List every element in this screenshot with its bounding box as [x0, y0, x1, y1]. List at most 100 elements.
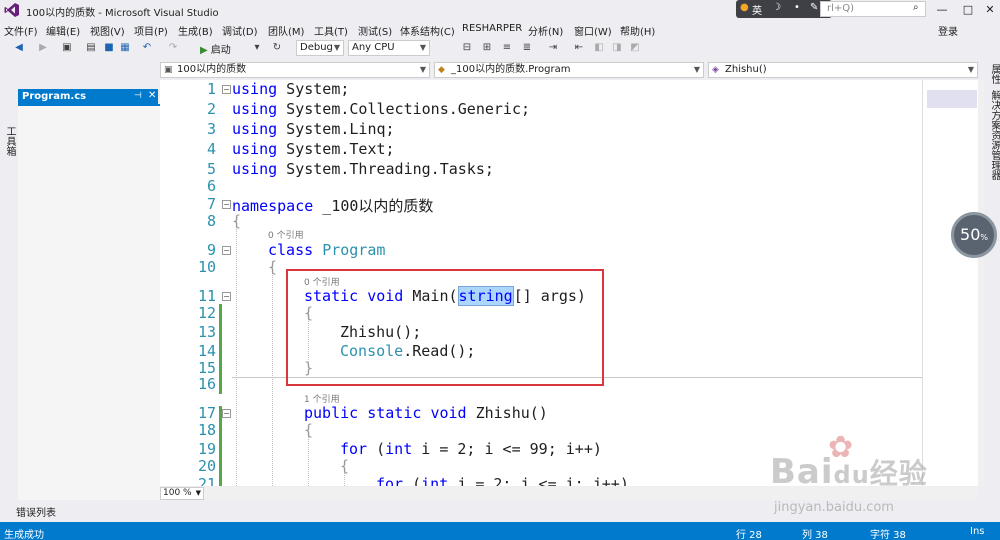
outdent-icon[interactable]: ⇤	[572, 41, 586, 55]
code-minimap[interactable]	[922, 80, 978, 486]
indent-icon[interactable]: ⇥	[546, 41, 560, 55]
menu-view[interactable]: 视图(V)	[90, 23, 125, 38]
search-icon[interactable]: ⌕	[913, 2, 919, 13]
document-tab-program-cs[interactable]: Program.cs ⊣ ✕	[18, 89, 158, 105]
code-text: System.Collections.Generic;	[277, 100, 531, 118]
method-icon: ◈	[712, 65, 719, 75]
configuration-select[interactable]: Debug ▼	[296, 40, 344, 56]
open-file-icon[interactable]: ▤	[84, 41, 98, 55]
bookmark-icon[interactable]: ⊟	[460, 41, 474, 55]
refresh-icon[interactable]: ↻	[270, 41, 284, 55]
forward-icon[interactable]: ▶	[36, 41, 50, 55]
menu-project[interactable]: 项目(P)	[134, 23, 168, 38]
back-icon[interactable]: ◀	[12, 41, 26, 55]
keyword: using	[232, 120, 278, 138]
member-select[interactable]: ◈ Zhishu() ▼	[708, 62, 978, 78]
menu-file[interactable]: 文件(F)	[4, 23, 38, 38]
collapse-icon[interactable]: −	[222, 85, 231, 94]
maximize-button[interactable]: □	[958, 2, 978, 18]
menu-architecture[interactable]: 体系结构(C)	[400, 23, 455, 38]
wrench-icon[interactable]: ✎	[810, 2, 818, 13]
line-number: 8	[206, 212, 216, 230]
line-number: 5	[206, 160, 216, 178]
reference-count[interactable]: 0 个引用	[268, 228, 304, 241]
project-value: 100以内的质数	[177, 64, 247, 75]
toolbox-tab[interactable]: 工具箱	[2, 126, 17, 156]
bookmark-clear-icon[interactable]: ◩	[628, 41, 642, 55]
new-project-icon[interactable]: ▣	[60, 41, 74, 55]
class-select[interactable]: ◆ _100以内的质数.Program ▼	[434, 62, 704, 78]
code-text: System.Text;	[277, 140, 395, 158]
uncomment-icon[interactable]: ≣	[520, 41, 534, 55]
collapse-icon[interactable]: −	[222, 292, 231, 301]
pin-icon[interactable]: ⊣	[134, 91, 142, 101]
collapse-icon[interactable]: −	[222, 200, 231, 209]
keyword: static	[367, 404, 422, 422]
moon-icon[interactable]: ☽	[772, 2, 781, 13]
keyword: using	[232, 160, 278, 178]
line-number: 14	[197, 342, 216, 360]
member-value: Zhishu()	[725, 64, 767, 75]
menu-analyze[interactable]: 分析(N)	[528, 23, 563, 38]
line-number: 12	[197, 304, 216, 322]
menu-bar: 文件(F) 编辑(E) 视图(V) 项目(P) 生成(B) 调试(D) 团队(M…	[0, 20, 1000, 38]
ime-dot-icon: ●	[740, 2, 749, 13]
collapse-icon[interactable]: −	[222, 246, 231, 255]
status-line: 行 28	[736, 530, 762, 540]
quick-launch-input[interactable]: rl+Q) ⌕	[820, 1, 926, 17]
menu-build[interactable]: 生成(B)	[178, 23, 213, 38]
zoom-select[interactable]: 100 % ▼	[160, 487, 204, 500]
error-list-tab[interactable]: 错误列表	[16, 504, 56, 519]
line-number: 16	[197, 375, 216, 393]
change-indicator	[219, 406, 222, 486]
start-dropdown-icon[interactable]: ▾	[250, 41, 264, 55]
code-line: using System.Linq;	[232, 120, 395, 138]
code-line: {	[304, 421, 314, 439]
platform-select[interactable]: Any CPU ▼	[348, 40, 430, 56]
chevron-down-icon: ▼	[693, 65, 700, 74]
zoom-combo-value: 100 %	[163, 488, 192, 498]
code-line: {	[268, 258, 278, 276]
collapse-icon[interactable]: −	[222, 409, 231, 418]
ime-language[interactable]: 英	[752, 2, 762, 17]
code-text: i = 2; i <= 99; i++)	[412, 440, 602, 458]
punctuation-icon[interactable]: •	[794, 2, 800, 13]
solution-explorer-tab[interactable]: 解决方案资源管理器	[987, 90, 1000, 180]
code-line: {	[232, 212, 242, 230]
chevron-down-icon: ▼	[333, 43, 340, 52]
find-icon[interactable]: ⊞	[480, 41, 494, 55]
save-icon[interactable]: ■	[102, 41, 116, 55]
indent-guide	[236, 220, 237, 486]
save-all-icon[interactable]: ▦	[118, 41, 132, 55]
menu-debug[interactable]: 调试(D)	[222, 23, 258, 38]
menu-help[interactable]: 帮助(H)	[620, 23, 655, 38]
code-editor[interactable]: 1 2 3 4 5 6 7 8 9 10 11 12 13 14 15 16 1…	[160, 80, 922, 486]
minimize-button[interactable]: —	[932, 2, 952, 18]
type-name: Program	[322, 241, 386, 259]
menu-edit[interactable]: 编辑(E)	[46, 23, 80, 38]
minimap-viewport[interactable]	[927, 90, 977, 108]
properties-tab[interactable]: 属性	[987, 64, 1000, 84]
close-button[interactable]: ✕	[980, 2, 1000, 18]
left-tool-strip: 工具箱	[0, 60, 16, 500]
sign-in-link[interactable]: 登录	[938, 23, 958, 38]
ime-toolbar[interactable]: ● 英 ☽ • ✎	[736, 0, 832, 18]
line-number: 11	[197, 287, 216, 305]
project-select[interactable]: ▣ 100以内的质数 ▼	[160, 62, 430, 78]
menu-test[interactable]: 测试(S)	[358, 23, 392, 38]
undo-icon[interactable]: ↶	[140, 41, 154, 55]
comment-icon[interactable]: ≡	[500, 41, 514, 55]
menu-tools[interactable]: 工具(T)	[314, 23, 348, 38]
bookmark-next-icon[interactable]: ◨	[610, 41, 624, 55]
redo-icon[interactable]: ↷	[166, 41, 180, 55]
keyword: public	[304, 404, 359, 422]
code-navigation-bar: ▣ 100以内的质数 ▼ ◆ _100以内的质数.Program ▼ ◈ Zhi…	[160, 62, 978, 79]
menu-resharper[interactable]: RESHARPER	[462, 23, 522, 34]
bookmark-prev-icon[interactable]: ◧	[592, 41, 606, 55]
menu-team[interactable]: 团队(M)	[268, 23, 304, 38]
line-number: 3	[206, 120, 216, 138]
code-line: {	[340, 457, 350, 475]
start-debug-button[interactable]: ▶ 启动	[200, 41, 231, 56]
close-tab-icon[interactable]: ✕	[148, 90, 156, 101]
menu-window[interactable]: 窗口(W)	[574, 23, 612, 38]
